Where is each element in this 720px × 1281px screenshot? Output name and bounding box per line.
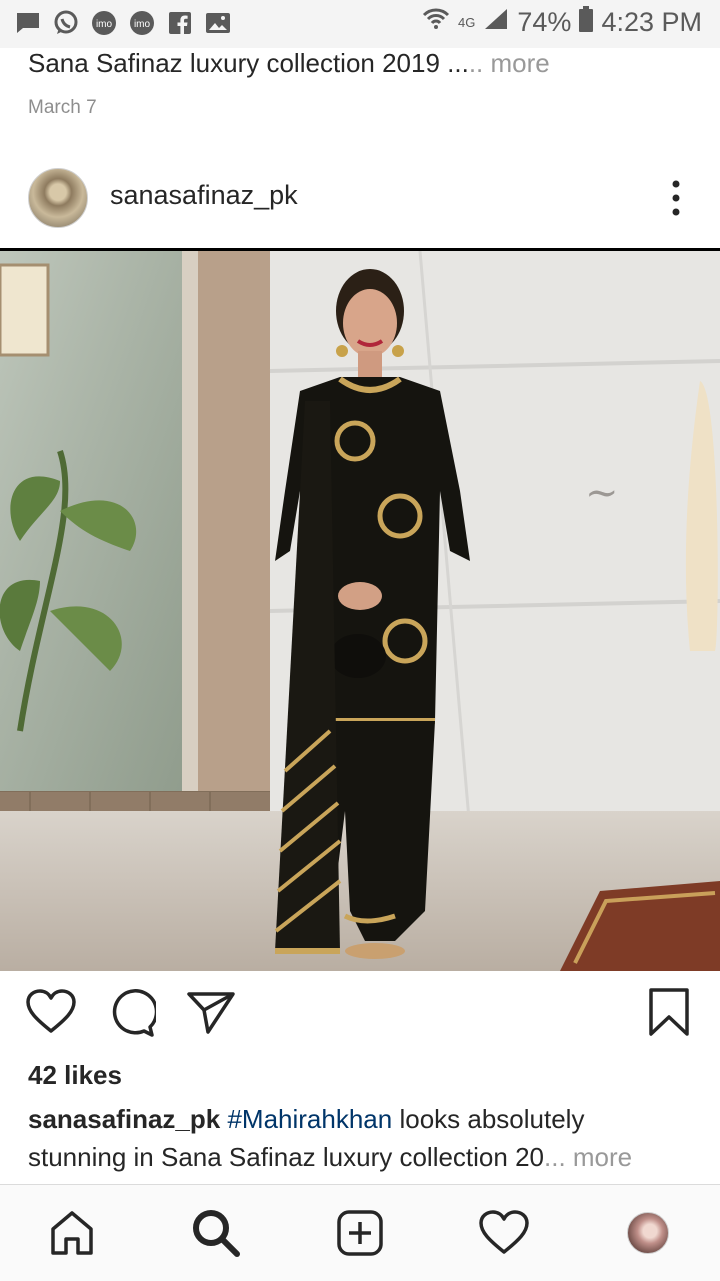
like-heart-icon[interactable] xyxy=(24,985,78,1039)
caption-more-link[interactable]: ... more xyxy=(544,1142,632,1172)
status-indicators: 4G 74% 4:23 PM xyxy=(422,6,702,39)
comment-icon[interactable] xyxy=(104,985,158,1039)
notification-icons: imo imo xyxy=(14,9,232,37)
post-photo[interactable]: ~ xyxy=(0,248,720,971)
activity-heart-icon[interactable] xyxy=(474,1203,534,1263)
photo-illustration: ~ xyxy=(0,251,720,971)
share-send-icon[interactable] xyxy=(184,985,238,1039)
caption-hashtag[interactable]: #Mahirahkhan xyxy=(227,1104,392,1134)
svg-text:imo: imo xyxy=(96,19,113,30)
gallery-icon xyxy=(204,9,232,37)
profile-tab[interactable] xyxy=(618,1203,678,1263)
message-icon xyxy=(14,9,42,37)
likes-count[interactable]: 42 likes xyxy=(28,1060,122,1091)
battery-percent: 74% xyxy=(517,7,572,37)
battery-icon xyxy=(579,6,594,39)
signal-icon xyxy=(483,7,509,38)
whatsapp-icon xyxy=(52,9,80,37)
add-post-icon[interactable] xyxy=(330,1203,390,1263)
imo-icon: imo xyxy=(128,9,156,37)
post-author-avatar[interactable] xyxy=(28,168,88,228)
post-author-username[interactable]: sanasafinaz_pk xyxy=(110,180,298,211)
svg-text:imo: imo xyxy=(134,19,151,30)
post-header: sanasafinaz_pk xyxy=(0,160,720,246)
previous-post-date: March 7 xyxy=(28,97,97,118)
facebook-icon xyxy=(166,9,194,37)
post-actions xyxy=(0,985,720,1045)
previous-caption-text: Sana Safinaz luxury collection 2019 ... xyxy=(28,48,469,78)
wifi-icon xyxy=(422,7,450,38)
search-icon[interactable] xyxy=(186,1203,246,1263)
bottom-navigation xyxy=(0,1184,720,1281)
caption-username[interactable]: sanasafinaz_pk xyxy=(28,1104,220,1134)
imo-icon: imo xyxy=(90,9,118,37)
wall-signage: ~ xyxy=(585,470,619,516)
save-bookmark-icon[interactable] xyxy=(642,985,696,1039)
more-options-icon[interactable] xyxy=(666,178,686,218)
previous-more-link[interactable]: .. more xyxy=(469,48,550,78)
profile-avatar[interactable] xyxy=(627,1212,669,1254)
post-caption: sanasafinaz_pk #Mahirahkhan looks absolu… xyxy=(28,1100,688,1176)
network-type: 4G xyxy=(458,15,476,30)
previous-post-caption[interactable]: Sana Safinaz luxury collection 2019 ....… xyxy=(28,48,550,79)
status-bar: imo imo 4G 74% 4:23 PM xyxy=(0,0,720,48)
home-icon[interactable] xyxy=(42,1203,102,1263)
clock: 4:23 PM xyxy=(601,7,702,37)
